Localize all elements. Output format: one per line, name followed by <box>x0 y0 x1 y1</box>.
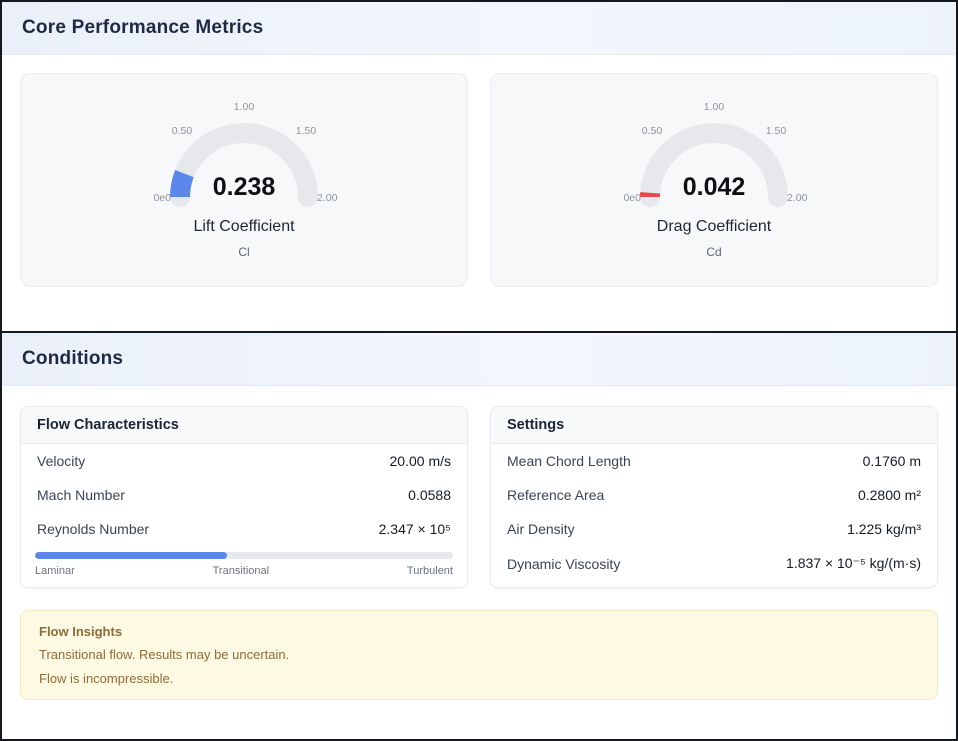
row-label: Reynolds Number <box>37 521 149 537</box>
conditions-cards-row: Flow Characteristics Velocity 20.00 m/s … <box>2 386 956 588</box>
conditions-section-title: Conditions <box>22 348 936 370</box>
flow-insights-alert: Flow Insights Transitional flow. Results… <box>20 610 938 700</box>
table-row: Dynamic Viscosity 1.837 × 10⁻⁵ kg/(m·s) <box>491 546 937 581</box>
regime-label-transitional: Transitional <box>213 565 269 577</box>
regime-labels: Laminar Transitional Turbulent <box>35 565 453 577</box>
lift-gauge-chart: 0e0 0.50 1.00 1.50 2.00 0.238 <box>124 84 364 224</box>
row-value: 0.0588 <box>408 487 451 503</box>
flow-insight-message: Transitional flow. Results may be uncert… <box>39 647 919 662</box>
conditions-section-header: Conditions <box>2 331 956 386</box>
regime-label-turbulent: Turbulent <box>407 565 453 577</box>
table-row: Mach Number 0.0588 <box>21 478 467 512</box>
flow-regime-indicator: Laminar Transitional Turbulent <box>21 546 467 587</box>
flow-characteristics-card: Flow Characteristics Velocity 20.00 m/s … <box>20 406 468 588</box>
gauge-value: 0.042 <box>683 173 746 201</box>
row-value: 0.2800 m² <box>858 487 921 503</box>
flow-insights-title: Flow Insights <box>39 624 919 639</box>
metrics-section-title: Core Performance Metrics <box>22 17 936 39</box>
table-row: Velocity 20.00 m/s <box>21 444 467 478</box>
row-value: 1.837 × 10⁻⁵ kg/(m·s) <box>786 555 921 572</box>
table-row: Reference Area 0.2800 m² <box>491 478 937 512</box>
row-value: 20.00 m/s <box>390 453 451 469</box>
row-value: 0.1760 m <box>863 453 921 469</box>
row-label: Dynamic Viscosity <box>507 556 620 572</box>
settings-card-title: Settings <box>491 407 937 444</box>
gauge-tick-min: 0e0 <box>153 192 171 204</box>
row-label: Mach Number <box>37 487 125 503</box>
gauge-symbol: Cl <box>238 245 249 259</box>
table-row: Air Density 1.225 kg/m³ <box>491 512 937 546</box>
gauge-tick-2: 1.00 <box>234 101 255 113</box>
row-label: Air Density <box>507 521 575 537</box>
flow-insight-message: Flow is incompressible. <box>39 671 919 686</box>
regime-bar-track <box>35 552 453 559</box>
table-row: Mean Chord Length 0.1760 m <box>491 444 937 478</box>
gauge-value: 0.238 <box>213 173 276 201</box>
table-row: Reynolds Number 2.347 × 10⁵ <box>21 512 467 546</box>
gauge-tick-3: 1.50 <box>296 125 317 137</box>
gauge-cards-row: 0e0 0.50 1.00 1.50 2.00 0.238 Lift Coeff… <box>2 55 956 287</box>
row-label: Reference Area <box>507 487 604 503</box>
gauge-tick-1: 0.50 <box>172 125 193 137</box>
row-label: Velocity <box>37 453 85 469</box>
flow-card-title: Flow Characteristics <box>21 407 467 444</box>
lift-coefficient-card: 0e0 0.50 1.00 1.50 2.00 0.238 Lift Coeff… <box>20 73 468 287</box>
row-value: 2.347 × 10⁵ <box>379 521 451 537</box>
metrics-section-header: Core Performance Metrics <box>2 2 956 55</box>
row-label: Mean Chord Length <box>507 453 631 469</box>
gauge-tick-max: 2.00 <box>317 192 338 204</box>
gauge-label: Lift Coefficient <box>193 218 294 236</box>
gauge-symbol: Cd <box>706 245 721 259</box>
gauge-tick-max: 2.00 <box>787 192 808 204</box>
settings-card: Settings Mean Chord Length 0.1760 m Refe… <box>490 406 938 588</box>
gauge-tick-2: 1.00 <box>704 101 725 113</box>
drag-coefficient-card: 0e0 0.50 1.00 1.50 2.00 0.042 Drag Coeff… <box>490 73 938 287</box>
gauge-tick-1: 0.50 <box>642 125 663 137</box>
gauge-label: Drag Coefficient <box>657 218 771 236</box>
row-value: 1.225 kg/m³ <box>847 521 921 537</box>
regime-label-laminar: Laminar <box>35 565 75 577</box>
gauge-tick-3: 1.50 <box>766 125 787 137</box>
drag-gauge-chart: 0e0 0.50 1.00 1.50 2.00 0.042 <box>594 84 834 224</box>
regime-bar-fill <box>35 552 227 559</box>
gauge-tick-min: 0e0 <box>623 192 641 204</box>
